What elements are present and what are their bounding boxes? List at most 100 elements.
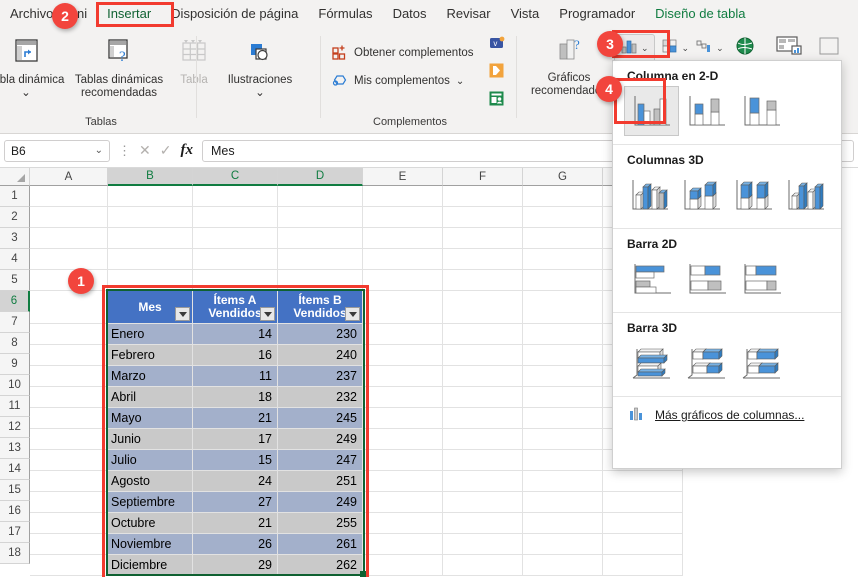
chevron-down-icon[interactable]: ⌄ (641, 43, 649, 54)
column-header-g[interactable]: G (523, 168, 603, 186)
cell-F4[interactable] (443, 249, 523, 270)
table-cell[interactable]: 15 (193, 450, 278, 471)
cell-E4[interactable] (363, 249, 443, 270)
tab-vista[interactable]: Vista (501, 0, 550, 28)
cell-F1[interactable] (443, 186, 523, 207)
row-header-15[interactable]: 15 (0, 480, 30, 501)
select-all-corner[interactable] (0, 168, 30, 186)
cell-F9[interactable] (443, 366, 523, 387)
cell-E2[interactable] (363, 207, 443, 228)
table-cell[interactable]: Diciembre (108, 555, 193, 576)
table-cell[interactable]: 245 (278, 408, 363, 429)
row-header-9[interactable]: 9 (0, 354, 30, 375)
chevron-down-icon[interactable]: ⌄ (682, 43, 690, 54)
table-cell[interactable]: Enero (108, 324, 193, 345)
row-header-17[interactable]: 17 (0, 522, 30, 543)
row-header-1[interactable]: 1 (0, 186, 30, 207)
cell-F5[interactable] (443, 270, 523, 291)
cell-A12[interactable] (30, 429, 108, 450)
cell-H14[interactable] (603, 471, 683, 492)
table-cell[interactable]: 251 (278, 471, 363, 492)
gallery-item-bar2d-1[interactable] (625, 255, 678, 303)
gallery-item-col2d-2[interactable] (680, 87, 733, 135)
cell-B3[interactable] (108, 228, 193, 249)
recommended-pivot-tables-button[interactable]: ? Tablas dinámicas recomendadas (71, 30, 167, 100)
cell-G8[interactable] (523, 345, 603, 366)
tab-revisar[interactable]: Revisar (437, 0, 501, 28)
gallery-item-bar2d-3[interactable] (735, 255, 788, 303)
filter-dropdown-icon[interactable] (175, 307, 190, 321)
gallery-item-bar3d-2[interactable] (680, 339, 733, 387)
cell-G16[interactable] (523, 513, 603, 534)
cell-A8[interactable] (30, 345, 108, 366)
cell-E11[interactable] (363, 408, 443, 429)
table-cell[interactable]: 255 (278, 513, 363, 534)
cell-A18[interactable] (30, 555, 108, 576)
cell-A14[interactable] (30, 471, 108, 492)
cell-C5[interactable] (193, 270, 278, 291)
cell-G1[interactable] (523, 186, 603, 207)
tab-disposicion-de-pagina[interactable]: Disposición de página (161, 0, 308, 28)
my-addins-button[interactable]: Mis complementos ⌄ (332, 70, 474, 92)
cell-A13[interactable] (30, 450, 108, 471)
table-cell[interactable]: 18 (193, 387, 278, 408)
cell-F2[interactable] (443, 207, 523, 228)
column-header-a[interactable]: A (30, 168, 108, 186)
cell-B1[interactable] (108, 186, 193, 207)
cell-F8[interactable] (443, 345, 523, 366)
cell-E1[interactable] (363, 186, 443, 207)
gallery-item-col3d-1[interactable] (625, 171, 675, 219)
table-cell[interactable]: 261 (278, 534, 363, 555)
cell-H15[interactable] (603, 492, 683, 513)
chevron-down-icon[interactable]: ⌄ (95, 145, 103, 156)
tab-programador[interactable]: Programador (549, 0, 645, 28)
table-cell[interactable]: Septiembre (108, 492, 193, 513)
cell-B4[interactable] (108, 249, 193, 270)
column-header-d[interactable]: D (278, 168, 363, 186)
table-cell[interactable]: Julio (108, 450, 193, 471)
cell-A10[interactable] (30, 387, 108, 408)
cell-G6[interactable] (523, 291, 603, 324)
visio-addin-icon[interactable]: v (488, 34, 505, 56)
cell-H17[interactable] (603, 534, 683, 555)
gallery-item-col2d-1[interactable] (624, 86, 679, 136)
table-cell[interactable]: 247 (278, 450, 363, 471)
cell-F18[interactable] (443, 555, 523, 576)
row-header-3[interactable]: 3 (0, 228, 30, 249)
more-column-charts-item[interactable]: Más gráficos de columnas... (613, 397, 841, 424)
table-cell[interactable]: Febrero (108, 345, 193, 366)
cell-E8[interactable] (363, 345, 443, 366)
table-cell[interactable]: 237 (278, 366, 363, 387)
cell-G14[interactable] (523, 471, 603, 492)
table-cell[interactable]: Mayo (108, 408, 193, 429)
cell-G3[interactable] (523, 228, 603, 249)
row-header-8[interactable]: 8 (0, 333, 30, 354)
table-cell[interactable]: Marzo (108, 366, 193, 387)
row-header-13[interactable]: 13 (0, 438, 30, 459)
cell-D2[interactable] (278, 207, 363, 228)
table-cell[interactable]: 11 (193, 366, 278, 387)
cell-E7[interactable] (363, 324, 443, 345)
cell-F7[interactable] (443, 324, 523, 345)
cell-D1[interactable] (278, 186, 363, 207)
cell-E16[interactable] (363, 513, 443, 534)
pivot-table-button[interactable]: Tabla dinámica ⌄ (0, 30, 69, 100)
cell-A11[interactable] (30, 408, 108, 429)
filter-dropdown-icon[interactable] (260, 307, 275, 321)
table-cell[interactable]: 21 (193, 408, 278, 429)
table-cell[interactable]: Agosto (108, 471, 193, 492)
cell-G7[interactable] (523, 324, 603, 345)
row-header-11[interactable]: 11 (0, 396, 30, 417)
chevron-down-icon[interactable]: ⌄ (716, 43, 724, 54)
cell-F15[interactable] (443, 492, 523, 513)
table-cell[interactable]: 16 (193, 345, 278, 366)
tab-diseno-de-tabla[interactable]: Diseño de tabla (645, 0, 755, 28)
cell-G10[interactable] (523, 387, 603, 408)
cell-A7[interactable] (30, 324, 108, 345)
cell-C4[interactable] (193, 249, 278, 270)
table-cell[interactable]: 232 (278, 387, 363, 408)
table-cell[interactable]: Junio (108, 429, 193, 450)
cell-B2[interactable] (108, 207, 193, 228)
cell-D4[interactable] (278, 249, 363, 270)
cell-E13[interactable] (363, 450, 443, 471)
